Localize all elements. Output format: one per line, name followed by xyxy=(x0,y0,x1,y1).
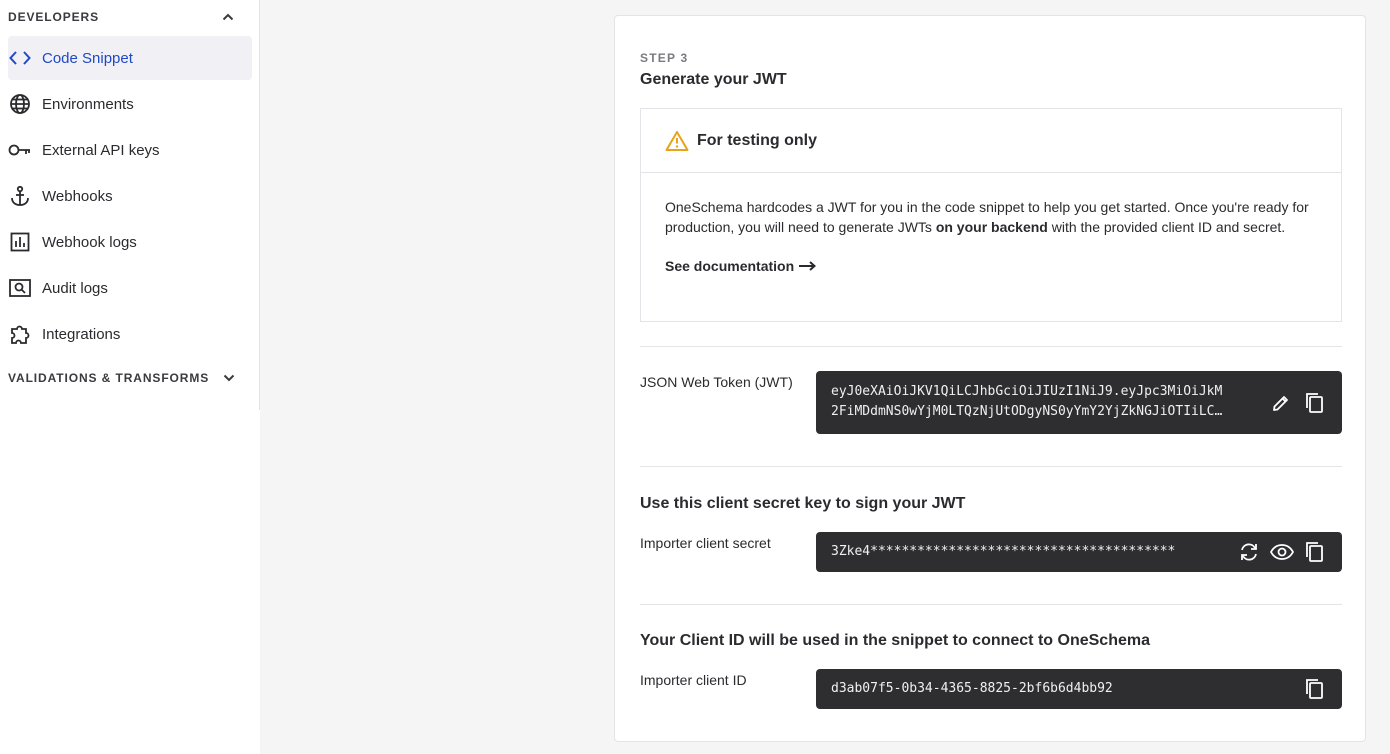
arrow-right-icon xyxy=(798,261,817,271)
regenerate-secret-button[interactable] xyxy=(1237,540,1261,564)
sidebar-item-label: External API keys xyxy=(42,141,160,159)
sidebar-item-integrations[interactable]: Integrations xyxy=(8,312,252,356)
client-secret-text[interactable]: 3Zke4***********************************… xyxy=(831,543,1175,561)
warning-header: For testing only xyxy=(641,109,1341,173)
key-icon xyxy=(8,138,32,162)
refresh-icon xyxy=(1241,543,1257,561)
warning-title: For testing only xyxy=(697,131,817,149)
edit-jwt-button[interactable] xyxy=(1269,391,1293,415)
copy-client-id-button[interactable] xyxy=(1302,677,1326,701)
warning-body: OneSchema hardcodes a JWT for you in the… xyxy=(641,173,1341,276)
developers-section-toggle[interactable]: DEVELOPERS xyxy=(0,0,259,34)
eye-icon xyxy=(1270,544,1294,560)
warning-text: OneSchema hardcodes a JWT for you in the… xyxy=(665,197,1317,237)
divider xyxy=(640,604,1342,605)
sidebar-item-label: Webhooks xyxy=(42,187,113,205)
jwt-value-box: eyJ0eXAiOiJKV1QiLCJhbGciOiJIUzI1NiJ9.eyJ… xyxy=(816,371,1342,434)
divider xyxy=(640,346,1342,347)
client-id-value-box: d3ab07f5-0b34-4365-8825-2bf6b6d4bb92 xyxy=(816,669,1342,709)
divider xyxy=(640,466,1342,467)
jwt-line-1: eyJ0eXAiOiJKV1QiLCJhbGciOiJIUzI1NiJ9.eyJ… xyxy=(831,384,1223,399)
see-documentation-label: See documentation xyxy=(665,258,795,274)
sidebar-item-webhook-logs[interactable]: Webhook logs xyxy=(8,220,252,264)
client-secret-value-box: 3Zke4***********************************… xyxy=(816,532,1342,572)
warning-icon xyxy=(665,130,689,152)
sidebar-item-code-snippet[interactable]: Code Snippet xyxy=(8,36,252,80)
sidebar-footer-space xyxy=(0,410,260,754)
client-id-label: Importer client ID xyxy=(640,672,747,688)
puzzle-icon xyxy=(8,322,32,346)
bar-chart-icon xyxy=(8,230,32,254)
validations-section-label: VALIDATIONS & TRANSFORMS xyxy=(8,371,210,385)
sidebar: DEVELOPERS Code Snippet Environments Ext… xyxy=(0,0,260,410)
sidebar-item-label: Code Snippet xyxy=(42,49,133,67)
jwt-token-text[interactable]: eyJ0eXAiOiJKV1QiLCJhbGciOiJIUzI1NiJ9.eyJ… xyxy=(831,382,1256,422)
copy-icon xyxy=(1306,542,1323,562)
sidebar-item-external-api-keys[interactable]: External API keys xyxy=(8,128,252,172)
sidebar-item-label: Audit logs xyxy=(42,279,108,297)
validations-section-toggle[interactable]: VALIDATIONS & TRANSFORMS xyxy=(0,361,260,395)
globe-icon xyxy=(8,92,32,116)
warning-text-part2: with the provided client ID and secret. xyxy=(1047,219,1286,235)
search-document-icon xyxy=(8,276,32,300)
copy-jwt-button[interactable] xyxy=(1302,391,1326,415)
client-secret-label: Importer client secret xyxy=(640,535,771,551)
sidebar-item-label: Integrations xyxy=(42,325,121,343)
client-id-section-title: Your Client ID will be used in the snipp… xyxy=(640,632,1150,649)
code-icon xyxy=(8,46,32,70)
step-label: STEP 3 xyxy=(640,51,689,65)
pencil-icon xyxy=(1273,396,1288,411)
client-id-text[interactable]: d3ab07f5-0b34-4365-8825-2bf6b6d4bb92 xyxy=(831,680,1113,698)
copy-icon xyxy=(1306,679,1323,699)
chevron-up-icon xyxy=(221,10,235,24)
warning-text-bold: on your backend xyxy=(935,219,1048,235)
sidebar-item-label: Webhook logs xyxy=(42,233,137,251)
jwt-step-card: STEP 3 Generate your JWT For testing onl… xyxy=(614,15,1366,742)
developers-section-label: DEVELOPERS xyxy=(8,10,100,24)
chevron-down-icon xyxy=(222,371,236,385)
see-documentation-link[interactable]: See documentation xyxy=(665,256,817,276)
copy-secret-button[interactable] xyxy=(1302,540,1326,564)
step-title: Generate your JWT xyxy=(640,71,787,88)
jwt-label: JSON Web Token (JWT) xyxy=(640,374,793,390)
show-secret-button[interactable] xyxy=(1270,540,1294,564)
sidebar-item-environments[interactable]: Environments xyxy=(8,82,252,126)
sidebar-item-webhooks[interactable]: Webhooks xyxy=(8,174,252,218)
sidebar-item-audit-logs[interactable]: Audit logs xyxy=(8,266,252,310)
client-secret-section-title: Use this client secret key to sign your … xyxy=(640,495,966,512)
anchor-icon xyxy=(8,184,32,208)
copy-icon xyxy=(1306,393,1323,413)
testing-warning-box: For testing only OneSchema hardcodes a J… xyxy=(640,108,1342,322)
sidebar-item-label: Environments xyxy=(42,95,134,113)
jwt-line-2: 2FiMDdmNS0wYjM0LTQzNjUtODgyNS0yYmY2YjZkN… xyxy=(831,404,1223,419)
